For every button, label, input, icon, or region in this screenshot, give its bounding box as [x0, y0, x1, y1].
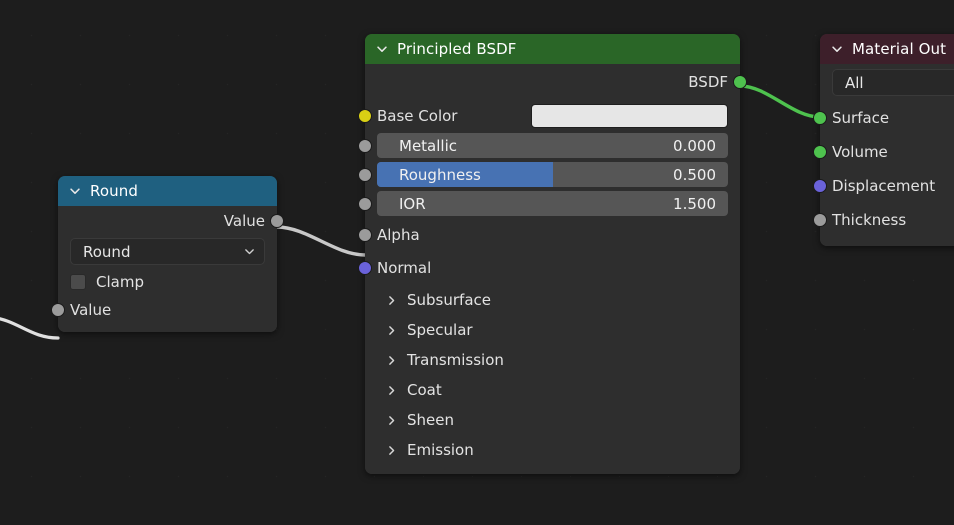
link-bsdf-to-surface	[738, 84, 822, 119]
socket-row-roughness[interactable]: Roughness 0.500	[358, 160, 740, 189]
chevron-down-icon[interactable]	[830, 42, 844, 56]
chevron-down-icon[interactable]	[68, 184, 82, 198]
chevron-right-icon[interactable]	[385, 414, 398, 427]
node-math-round[interactable]: Round Value Round Clamp Value	[51, 176, 284, 332]
socket-base-color[interactable]	[358, 109, 372, 123]
socket-row-thickness[interactable]: Thickness	[813, 203, 954, 237]
alpha-label: Alpha	[377, 225, 420, 244]
socket-row-ior[interactable]: IOR 1.500	[358, 189, 740, 218]
panel-emission-label: Emission	[407, 441, 474, 459]
panel-subsurface-label: Subsurface	[407, 291, 491, 309]
link-offscreen-to-round-value	[0, 317, 60, 340]
node-material-output-title: Material Out	[852, 40, 947, 58]
material-output-target-value: All	[845, 73, 864, 92]
bsdf-output-label: BSDF	[688, 73, 728, 91]
thickness-label: Thickness	[832, 211, 907, 229]
normal-label: Normal	[377, 259, 432, 277]
socket-row-volume[interactable]: Volume	[813, 135, 954, 169]
metallic-slider[interactable]: Metallic 0.000	[377, 133, 728, 158]
roughness-slider-value: 0.500	[673, 165, 716, 184]
node-math-round-header[interactable]: Round	[58, 176, 277, 206]
panel-specular[interactable]: Specular	[365, 315, 740, 345]
panel-specular-label: Specular	[407, 321, 473, 339]
socket-row-alpha[interactable]: Alpha	[358, 218, 740, 251]
ior-slider-label: IOR	[399, 194, 426, 213]
socket-row-metallic[interactable]: Metallic 0.000	[358, 131, 740, 160]
node-principled-bsdf[interactable]: Principled BSDF BSDF Base Color Metallic	[358, 34, 747, 474]
socket-row-displacement[interactable]: Displacement	[813, 169, 954, 203]
node-math-round-body: Value Round Clamp Value	[51, 206, 284, 332]
round-input-value-label: Value	[70, 300, 112, 319]
volume-label: Volume	[832, 143, 888, 161]
chevron-right-icon[interactable]	[385, 294, 398, 307]
socket-displacement[interactable]	[813, 179, 827, 193]
socket-row-round-input-value[interactable]: Value	[51, 296, 277, 323]
base-color-swatch[interactable]	[531, 103, 728, 128]
panel-transmission-label: Transmission	[407, 351, 504, 369]
node-principled-bsdf-header[interactable]: Principled BSDF	[365, 34, 740, 64]
socket-row-round-output-value[interactable]: Value	[58, 206, 284, 235]
socket-metallic[interactable]	[358, 139, 372, 153]
base-color-label: Base Color	[377, 106, 458, 125]
node-math-round-title: Round	[90, 182, 138, 200]
chevron-down-icon[interactable]	[375, 42, 389, 56]
socket-roughness[interactable]	[358, 168, 372, 182]
socket-row-bsdf-output[interactable]: BSDF	[365, 64, 747, 100]
node-principled-bsdf-body: BSDF Base Color Metallic 0.000 Roughness…	[358, 64, 747, 474]
material-output-target-row: All	[820, 64, 954, 101]
round-operation-dropdown[interactable]: Round	[70, 238, 265, 265]
panel-emission[interactable]: Emission	[365, 435, 740, 465]
ior-slider-value: 1.500	[673, 194, 716, 213]
socket-surface[interactable]	[813, 111, 827, 125]
socket-normal[interactable]	[358, 261, 372, 275]
node-material-output-body: All Surface Volume Displacement Thicknes…	[813, 64, 954, 246]
chevron-right-icon[interactable]	[385, 444, 398, 457]
socket-row-base-color[interactable]: Base Color	[358, 100, 740, 131]
link-round-value-to-alpha	[275, 225, 367, 257]
round-clamp-row[interactable]: Clamp	[58, 268, 277, 296]
socket-thickness[interactable]	[813, 213, 827, 227]
socket-bsdf-output[interactable]	[733, 75, 747, 89]
panel-subsurface[interactable]: Subsurface	[365, 285, 740, 315]
surface-label: Surface	[832, 109, 890, 127]
roughness-slider[interactable]: Roughness 0.500	[377, 162, 728, 187]
roughness-slider-label: Roughness	[399, 165, 481, 184]
metallic-slider-value: 0.000	[673, 136, 716, 155]
panel-coat-label: Coat	[407, 381, 442, 399]
panel-coat[interactable]: Coat	[365, 375, 740, 405]
chevron-down-icon	[245, 249, 254, 255]
socket-round-output-value[interactable]	[270, 214, 284, 228]
round-output-value-label: Value	[223, 211, 265, 230]
round-operation-dropdown-value: Round	[83, 242, 131, 261]
socket-round-input-value[interactable]	[51, 303, 65, 317]
displacement-label: Displacement	[832, 177, 936, 195]
node-material-output[interactable]: Material Out All Surface Volume Displace…	[813, 34, 954, 246]
panel-sheen[interactable]: Sheen	[365, 405, 740, 435]
round-operation-dropdown-row: Round	[58, 235, 277, 268]
chevron-right-icon[interactable]	[385, 324, 398, 337]
socket-row-normal[interactable]: Normal	[358, 251, 740, 285]
metallic-slider-label: Metallic	[399, 136, 457, 155]
node-principled-bsdf-title: Principled BSDF	[397, 40, 517, 58]
panel-transmission[interactable]: Transmission	[365, 345, 740, 375]
panel-sheen-label: Sheen	[407, 411, 454, 429]
socket-volume[interactable]	[813, 145, 827, 159]
socket-ior[interactable]	[358, 197, 372, 211]
node-material-output-header[interactable]: Material Out	[820, 34, 954, 64]
node-editor-canvas[interactable]: Round Value Round Clamp Value Principled…	[0, 0, 954, 525]
socket-row-surface[interactable]: Surface	[813, 101, 954, 135]
material-output-target-dropdown[interactable]: All	[832, 69, 954, 96]
chevron-right-icon[interactable]	[385, 354, 398, 367]
chevron-right-icon[interactable]	[385, 384, 398, 397]
round-clamp-label: Clamp	[96, 273, 144, 291]
socket-alpha[interactable]	[358, 228, 372, 242]
round-clamp-checkbox[interactable]	[70, 274, 86, 290]
ior-slider[interactable]: IOR 1.500	[377, 191, 728, 216]
